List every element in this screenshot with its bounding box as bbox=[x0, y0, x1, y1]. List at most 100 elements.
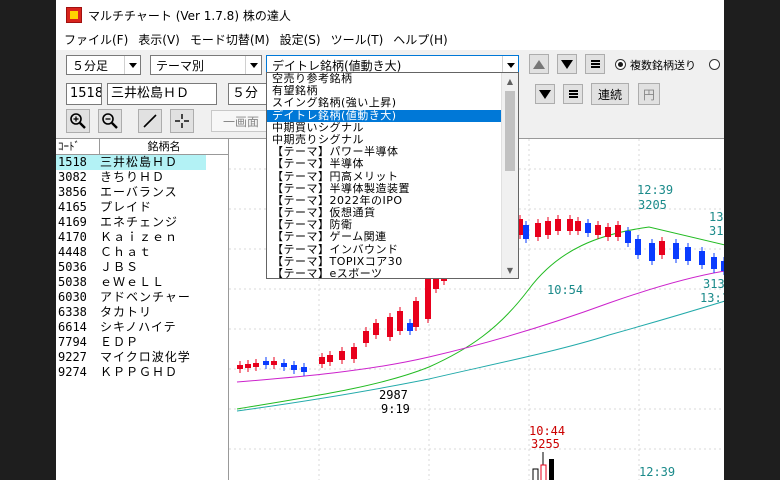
candle-body bbox=[699, 251, 705, 265]
stock-list-row[interactable]: 1518 三井松島ＨＤ bbox=[56, 155, 228, 170]
label-high-price: 3205 bbox=[638, 198, 667, 212]
triangle-up-icon bbox=[533, 59, 545, 69]
dropdown-option[interactable]: 【テーマ】TOPIXコア30 bbox=[267, 256, 503, 268]
list-menu-button[interactable] bbox=[585, 54, 605, 74]
dropdown-option[interactable]: 【テーマ】インバウンド bbox=[267, 244, 503, 256]
candle-body bbox=[567, 219, 573, 231]
menu-tools[interactable]: ツール(T) bbox=[326, 30, 389, 50]
dropdown-option[interactable]: 【テーマ】ゲーム関連 bbox=[267, 231, 503, 243]
stock-code-field[interactable]: 1518 bbox=[66, 83, 102, 105]
stock-code: 4170 bbox=[58, 230, 87, 244]
stock-list-row[interactable]: 7794 ＥＤＰ bbox=[56, 335, 228, 350]
continuous-button[interactable]: 連続 bbox=[591, 83, 629, 105]
zoom-in-button[interactable] bbox=[66, 109, 90, 133]
stock-list-row[interactable]: 3082 きちりＨＤ bbox=[56, 170, 228, 185]
menu-file[interactable]: ファイル(F) bbox=[56, 30, 133, 50]
one-screen-button[interactable]: 一画面 bbox=[211, 110, 271, 132]
candle-body bbox=[615, 225, 621, 237]
stock-list-row[interactable]: 5036 ＪＢＳ bbox=[56, 260, 228, 275]
stock-list-row[interactable]: 4169 エネチェンジ bbox=[56, 215, 228, 230]
dropdown-option[interactable]: 空売り参考銘柄 bbox=[267, 73, 503, 85]
multi-stock-label: 複数銘柄送り bbox=[630, 59, 696, 72]
stock-list-row[interactable]: 6338 タカトリ bbox=[56, 305, 228, 320]
single-stock-radio[interactable] bbox=[709, 59, 720, 70]
prev-button[interactable] bbox=[529, 54, 549, 74]
candle-body bbox=[549, 459, 554, 480]
stock-menu-button[interactable] bbox=[563, 84, 583, 104]
menu-help[interactable]: ヘルプ(H) bbox=[388, 30, 452, 50]
stock-list-row[interactable]: 6030 アドベンチャー bbox=[56, 290, 228, 305]
draw-line-button[interactable] bbox=[138, 109, 162, 133]
stock-list-row[interactable]: 6614 シキノハイテ bbox=[56, 320, 228, 335]
stock-list-row[interactable]: 5038 ｅＷｅＬＬ bbox=[56, 275, 228, 290]
stock-list-header: ｺｰﾄﾞ 銘柄名 bbox=[56, 139, 228, 155]
dropdown-option[interactable]: デイトレ銘柄(値動き大) bbox=[267, 109, 503, 122]
dropdown-option[interactable]: 【テーマ】eスポーツ bbox=[267, 268, 503, 278]
dropdown-option[interactable]: 【テーマ】仮想通貨 bbox=[267, 207, 503, 219]
title-bar: マルチチャート (Ver 1.7.8) 株の達人 bbox=[56, 0, 724, 30]
dropdown-option[interactable]: 有望銘柄 bbox=[267, 85, 503, 97]
scroll-up-icon[interactable]: ▲ bbox=[502, 73, 518, 89]
dropdown-option[interactable]: 【テーマ】2022年のIPO bbox=[267, 195, 503, 207]
dropdown-option[interactable]: スイング銘柄(強い上昇) bbox=[267, 97, 503, 109]
label-ma-time: 13:19 bbox=[709, 210, 724, 224]
stock-code: 3856 bbox=[58, 185, 87, 199]
stock-list-row[interactable]: 9274 ＫＰＰＧＨＤ bbox=[56, 365, 228, 380]
stock-code: 7794 bbox=[58, 335, 87, 349]
menu-bar: ファイル(F) 表示(V) モード切替(M) 設定(S) ツール(T) ヘルプ(… bbox=[56, 30, 724, 50]
stock-list-row[interactable]: 9227 マイクロ波化学 bbox=[56, 350, 228, 365]
stock-list-row[interactable]: 3856 エーバランス bbox=[56, 185, 228, 200]
candle-body bbox=[425, 279, 431, 319]
scroll-thumb[interactable] bbox=[505, 91, 515, 171]
dropdown-option[interactable]: 中期買いシグナル bbox=[267, 122, 503, 134]
dropdown-scrollbar[interactable]: ▲ ▼ bbox=[501, 73, 518, 278]
chevron-down-icon[interactable] bbox=[245, 56, 261, 74]
code-column-header[interactable]: ｺｰﾄﾞ bbox=[56, 139, 100, 154]
stock-list-row[interactable]: 4448 Ｃｈａｔ bbox=[56, 245, 228, 260]
menu-settings[interactable]: 設定(S) bbox=[275, 30, 326, 50]
next-button[interactable] bbox=[557, 54, 577, 74]
stock-list: ｺｰﾄﾞ 銘柄名 1518 三井松島ＨＤ 3082 きちりＨＤ 3856 エーバランス 41… bbox=[56, 138, 228, 480]
dropdown-option[interactable]: 【テーマ】防衛 bbox=[267, 219, 503, 231]
candle-body bbox=[253, 363, 259, 367]
scroll-down-icon[interactable]: ▼ bbox=[502, 262, 518, 278]
app-logo-icon bbox=[66, 7, 82, 23]
candle-body bbox=[595, 225, 601, 235]
interval-select[interactable]: ５分足 bbox=[66, 55, 141, 75]
stock-name: シキノハイテ bbox=[100, 320, 177, 334]
candle-body bbox=[625, 231, 631, 243]
stock-name: きちりＨＤ bbox=[100, 170, 166, 184]
stock-list-row[interactable]: 4165 プレイド bbox=[56, 200, 228, 215]
dropdown-option[interactable]: 【テーマ】パワー半導体 bbox=[267, 146, 503, 158]
crosshair-button[interactable] bbox=[170, 109, 194, 133]
stock-code: 1518 bbox=[56, 155, 100, 170]
menu-mode[interactable]: モード切替(M) bbox=[185, 30, 275, 50]
name-column-header[interactable]: 銘柄名 bbox=[100, 139, 228, 154]
stock-list-row[interactable]: 4170 Ｋａｉｚｅｎ bbox=[56, 230, 228, 245]
stock-name: ＪＢＳ bbox=[100, 260, 140, 274]
stock-code: 4169 bbox=[58, 215, 87, 229]
zoom-out-button[interactable] bbox=[98, 109, 122, 133]
candle-body bbox=[555, 219, 561, 231]
dropdown-option[interactable]: 【テーマ】半導体 bbox=[267, 158, 503, 170]
stock-name: アドベンチャー bbox=[100, 290, 191, 304]
dropdown-option[interactable]: 中期売りシグナル bbox=[267, 134, 503, 146]
candle-body bbox=[605, 227, 611, 237]
yen-button[interactable]: 円 bbox=[638, 83, 660, 105]
candle-body bbox=[540, 464, 547, 480]
stock-code: 6614 bbox=[58, 320, 87, 334]
chevron-down-icon[interactable] bbox=[124, 56, 140, 74]
candle-body bbox=[397, 311, 403, 331]
interval-field[interactable]: ５分 bbox=[228, 83, 268, 105]
candle-body bbox=[635, 239, 641, 255]
candle-body bbox=[339, 351, 345, 360]
multi-stock-radio[interactable] bbox=[615, 59, 626, 70]
menu-view[interactable]: 表示(V) bbox=[133, 30, 185, 50]
ma-mid-line bbox=[236, 270, 724, 383]
category-select[interactable]: テーマ別 bbox=[150, 55, 262, 75]
dropdown-option[interactable]: 【テーマ】半導体製造装置 bbox=[267, 183, 503, 195]
candle-body bbox=[363, 331, 369, 343]
window-title: マルチチャート (Ver 1.7.8) 株の達人 bbox=[88, 8, 291, 23]
next-stock-button[interactable] bbox=[535, 84, 555, 104]
dropdown-option[interactable]: 【テーマ】円高メリット bbox=[267, 171, 503, 183]
